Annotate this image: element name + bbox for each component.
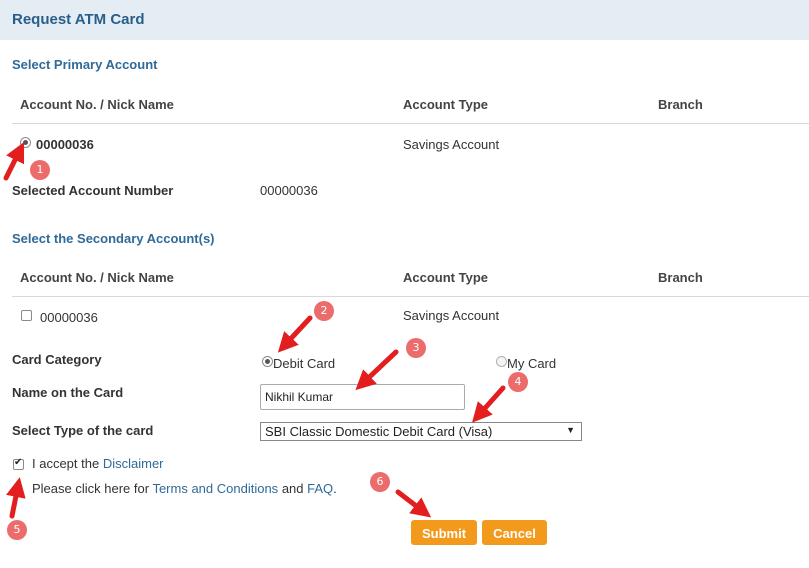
page-title: Request ATM Card bbox=[12, 11, 145, 28]
primary-header-divider bbox=[12, 123, 809, 124]
click-here-text: Please click here for bbox=[32, 481, 150, 496]
accept-disclaimer-line: I accept the Disclaimer bbox=[32, 456, 164, 471]
my-card-label: My Card bbox=[507, 356, 557, 371]
primary-account-radio[interactable] bbox=[20, 137, 31, 148]
secondary-header-branch: Branch bbox=[658, 270, 703, 285]
annotation-arrow-1 bbox=[3, 141, 25, 181]
secondary-section-title: Select the Secondary Account(s) bbox=[12, 231, 215, 246]
accept-disclaimer-checkbox[interactable] bbox=[13, 457, 24, 470]
page-header: Request ATM Card bbox=[0, 0, 809, 40]
secondary-account-type: Savings Account bbox=[403, 308, 500, 323]
secondary-account-checkbox[interactable] bbox=[21, 310, 32, 321]
selected-account-value: 00000036 bbox=[260, 183, 318, 198]
terms-link[interactable]: Terms and Conditions bbox=[152, 481, 278, 496]
dropdown-arrow-icon: ▼ bbox=[566, 425, 575, 435]
debit-card-radio[interactable] bbox=[262, 356, 273, 367]
secondary-header-account: Account No. / Nick Name bbox=[20, 270, 174, 285]
annotation-arrow-2 bbox=[277, 315, 313, 353]
accept-text: I accept the bbox=[32, 456, 100, 471]
annotation-arrow-4 bbox=[472, 385, 506, 423]
secondary-account-number: 00000036 bbox=[40, 310, 98, 325]
annotation-arrow-5 bbox=[6, 477, 26, 519]
period-text: . bbox=[333, 481, 337, 496]
primary-header-account: Account No. / Nick Name bbox=[20, 97, 174, 112]
selected-account-label: Selected Account Number bbox=[12, 183, 174, 198]
annotation-badge-2: 2 bbox=[314, 301, 334, 321]
secondary-header-divider bbox=[12, 296, 809, 297]
primary-account-type: Savings Account bbox=[403, 137, 500, 152]
and-text: and bbox=[281, 481, 304, 496]
annotation-badge-5: 5 bbox=[7, 520, 27, 540]
annotation-arrow-3 bbox=[355, 349, 399, 391]
submit-button[interactable]: Submit bbox=[411, 520, 477, 545]
primary-header-branch: Branch bbox=[658, 97, 703, 112]
annotation-arrow-6 bbox=[395, 489, 432, 518]
faq-link[interactable]: FAQ bbox=[307, 481, 333, 496]
secondary-header-type: Account Type bbox=[403, 270, 488, 285]
annotation-badge-4: 4 bbox=[508, 372, 528, 392]
primary-header-type: Account Type bbox=[403, 97, 488, 112]
terms-line: Please click here for Terms and Conditio… bbox=[32, 481, 337, 496]
annotation-badge-6: 6 bbox=[370, 472, 390, 492]
disclaimer-link[interactable]: Disclaimer bbox=[103, 456, 164, 471]
card-type-selected-value: SBI Classic Domestic Debit Card (Visa) bbox=[265, 424, 493, 439]
debit-card-label: Debit Card bbox=[273, 356, 336, 371]
cancel-button[interactable]: Cancel bbox=[482, 520, 547, 545]
name-on-card-input[interactable] bbox=[260, 384, 465, 410]
my-card-radio[interactable] bbox=[496, 356, 507, 367]
primary-account-number: 00000036 bbox=[36, 137, 94, 152]
card-category-label: Card Category bbox=[12, 352, 102, 367]
primary-section-title: Select Primary Account bbox=[12, 57, 158, 72]
annotation-badge-3: 3 bbox=[406, 338, 426, 358]
card-type-select[interactable]: SBI Classic Domestic Debit Card (Visa) ▼ bbox=[260, 422, 582, 441]
annotation-badge-1: 1 bbox=[30, 160, 50, 180]
name-on-card-label: Name on the Card bbox=[12, 385, 124, 400]
card-type-label: Select Type of the card bbox=[12, 423, 154, 438]
